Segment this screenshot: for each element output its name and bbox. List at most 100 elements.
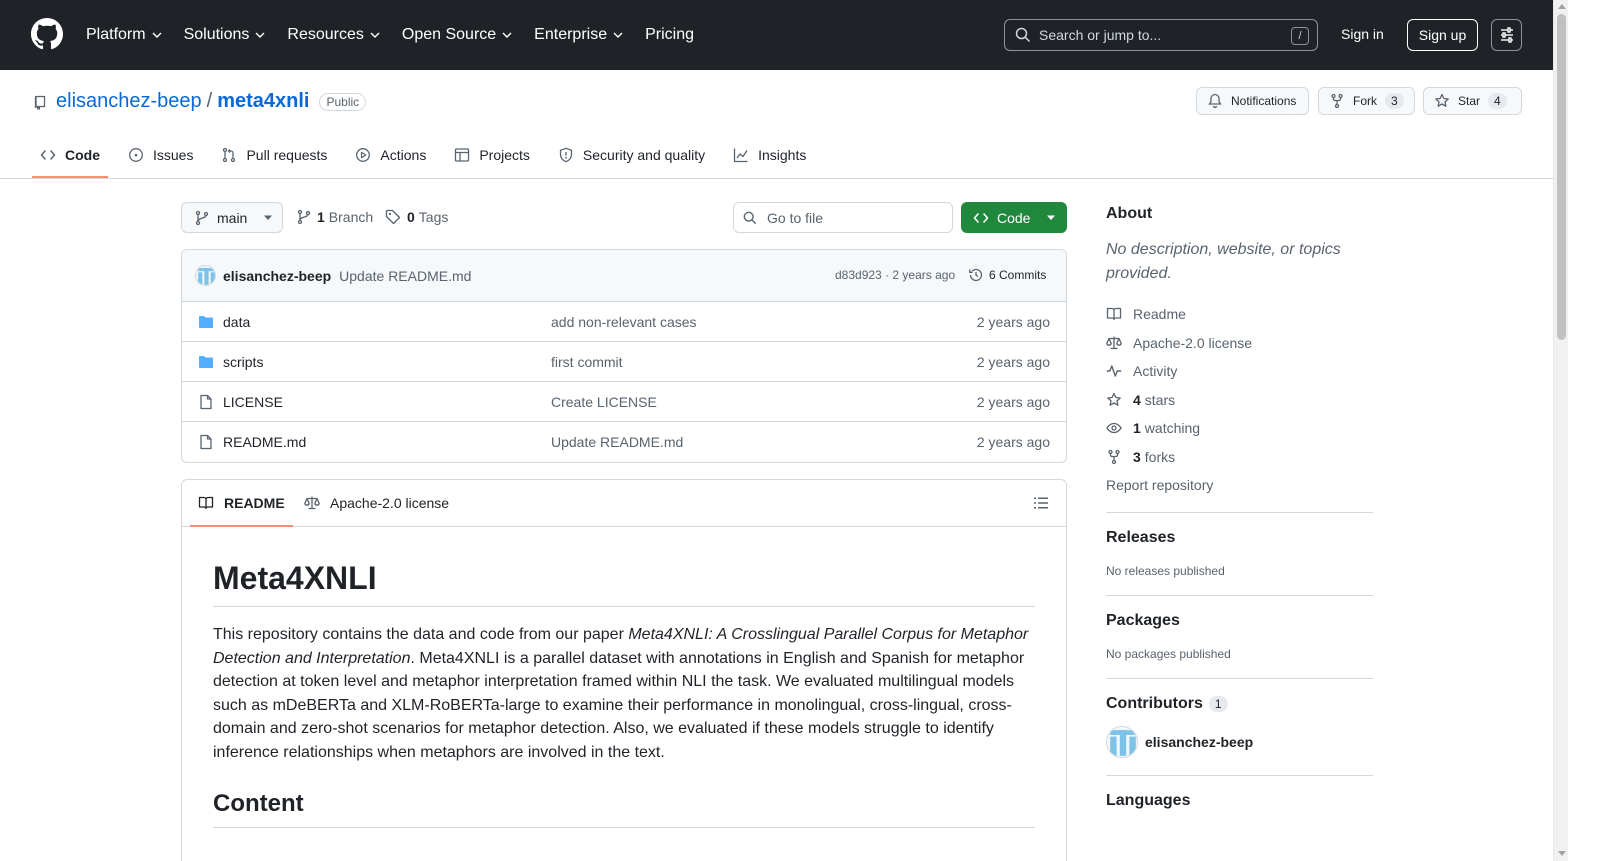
sidebar-link-apache-2-0-license[interactable]: Apache-2.0 license xyxy=(1106,329,1373,358)
bell-icon xyxy=(1208,93,1222,109)
star-icon xyxy=(1435,93,1449,107)
tab-actions[interactable]: Actions xyxy=(347,134,434,176)
branch-name: main xyxy=(217,209,248,226)
play-icon xyxy=(356,148,371,162)
sidebar-link-activity[interactable]: Activity xyxy=(1106,357,1373,386)
search-input[interactable]: Search or jump to... / xyxy=(1004,19,1318,51)
divider xyxy=(1106,511,1373,513)
pulse-icon xyxy=(1106,365,1122,377)
github-logo-icon[interactable] xyxy=(31,18,63,50)
tab-license[interactable]: Apache-2.0 license xyxy=(304,480,449,526)
file-name-link[interactable]: README.md xyxy=(223,434,306,450)
search-placeholder: Search or jump to... xyxy=(1039,27,1162,43)
go-to-file-input[interactable]: Go to file xyxy=(733,202,953,233)
table-icon xyxy=(455,148,470,162)
readme-panel: README Apache-2.0 license Meta4XNLI This… xyxy=(181,479,1067,861)
file-commit-age: 2 years ago xyxy=(976,354,1050,370)
report-label: Report repository xyxy=(1106,477,1214,494)
file-commit-message[interactable]: Update README.md xyxy=(551,434,683,450)
contributors-count: 1 xyxy=(1208,695,1228,712)
divider xyxy=(1106,774,1373,776)
readme-title: Meta4XNLI xyxy=(213,558,1035,607)
tab-pull-requests[interactable]: Pull requests xyxy=(213,134,335,176)
tab-readme[interactable]: README xyxy=(190,480,293,527)
history-icon xyxy=(969,268,983,282)
nav-item-resources[interactable]: Resources xyxy=(287,26,380,44)
nav-item-pricing[interactable]: Pricing xyxy=(645,26,694,44)
file-name-link[interactable]: LICENSE xyxy=(223,394,283,410)
scroll-up-arrow[interactable] xyxy=(1558,4,1566,9)
sidebar-link-readme[interactable]: Readme xyxy=(1106,300,1373,329)
file-browser: elisanchez-beep Update README.md d83d923… xyxy=(181,249,1067,463)
file-commit-age: 2 years ago xyxy=(976,434,1050,450)
tab-security-and-quality[interactable]: Security and quality xyxy=(550,134,713,176)
sign-in-link[interactable]: Sign in xyxy=(1341,26,1384,42)
nav-item-enterprise[interactable]: Enterprise xyxy=(534,26,623,44)
nav-item-open-source[interactable]: Open Source xyxy=(402,26,512,44)
page-scrollbar[interactable] xyxy=(1553,0,1568,861)
file-list: data add non-relevant cases 2 years ago scr… xyxy=(182,302,1066,462)
file-commit-message[interactable]: Create LICENSE xyxy=(551,394,657,410)
sidebar-link-label: watching xyxy=(1144,420,1201,437)
about-heading: About xyxy=(1106,205,1153,222)
tab-code[interactable]: Code xyxy=(32,134,108,178)
branch-count: 1 xyxy=(317,209,325,225)
file-commit-message[interactable]: add non-relevant cases xyxy=(551,314,697,330)
file-name-link[interactable]: data xyxy=(223,314,250,330)
contributor-item[interactable]: elisanchez-beep xyxy=(1106,725,1373,758)
commit-author[interactable]: elisanchez-beep xyxy=(223,268,331,284)
releases-empty: No releases published xyxy=(1106,563,1225,578)
scrollbar-thumb[interactable] xyxy=(1557,14,1566,340)
branches-link[interactable]: 1 Branch xyxy=(297,209,373,225)
commit-hash-age[interactable]: d83d923 · 2 years ago xyxy=(835,268,955,282)
file-name-link[interactable]: scripts xyxy=(223,354,263,370)
contributors-heading[interactable]: Contributors 1 xyxy=(1106,695,1373,713)
report-repository-link[interactable]: Report repository xyxy=(1106,471,1373,500)
search-icon xyxy=(1015,27,1031,43)
file-row: LICENSE Create LICENSE 2 years ago xyxy=(182,382,1066,422)
repo-tabs: Code Issues Pull requests Actions Projects Se… xyxy=(32,134,826,179)
sign-up-button[interactable]: Sign up xyxy=(1407,19,1478,51)
repo-owner-link[interactable]: elisanchez-beep xyxy=(56,90,202,113)
graph-icon xyxy=(733,148,748,163)
file-commit-message[interactable]: first commit xyxy=(551,354,623,370)
go-to-file-placeholder: Go to file xyxy=(767,209,824,226)
folder-icon xyxy=(199,356,213,368)
nav-item-platform[interactable]: Platform xyxy=(86,26,162,44)
repo-name-link[interactable]: meta4xnli xyxy=(217,90,309,113)
chevron-down-icon xyxy=(255,32,265,38)
scroll-down-arrow[interactable] xyxy=(1558,851,1566,856)
sidebar-link-stars[interactable]: 4 stars xyxy=(1106,386,1373,415)
sidebar-link-forks[interactable]: 3 forks xyxy=(1106,443,1373,472)
code-button[interactable]: Code xyxy=(961,202,1067,233)
law-icon xyxy=(1106,336,1122,349)
packages-heading[interactable]: Packages xyxy=(1106,612,1373,630)
commits-link[interactable]: 6 Commits xyxy=(968,267,1046,283)
global-menu-button[interactable] xyxy=(1491,19,1522,51)
about-description: No description, website, or topics provi… xyxy=(1106,241,1341,282)
fork-button[interactable]: Fork 3 xyxy=(1318,87,1415,115)
tab-insights[interactable]: Insights xyxy=(725,134,814,176)
tags-link[interactable]: 0 Tags xyxy=(385,209,448,225)
readme-intro: This repository contains the data and co… xyxy=(213,626,629,643)
star-button[interactable]: Star 4 xyxy=(1423,87,1522,115)
commit-age: 2 years ago xyxy=(892,268,956,282)
tab-issues[interactable]: Issues xyxy=(120,134,201,176)
avatar[interactable] xyxy=(195,265,216,286)
nav-item-solutions[interactable]: Solutions xyxy=(184,26,266,44)
tab-label: Issues xyxy=(153,147,194,163)
branch-selector[interactable]: main xyxy=(181,202,283,233)
tab-projects[interactable]: Projects xyxy=(446,134,538,176)
list-unordered-icon[interactable] xyxy=(1033,495,1049,511)
star-count: 4 xyxy=(1488,93,1507,109)
avatar[interactable] xyxy=(1106,725,1138,758)
sidebar-link-label: forks xyxy=(1144,448,1176,465)
shield-icon xyxy=(559,147,573,163)
contributor-name: elisanchez-beep xyxy=(1145,733,1254,750)
sidebar-link-watching[interactable]: 1 watching xyxy=(1106,414,1373,443)
commit-hash[interactable]: d83d923 xyxy=(835,268,882,282)
commit-message[interactable]: Update README.md xyxy=(339,268,471,284)
nav-item-label: Open Source xyxy=(401,26,497,43)
notifications-button[interactable]: Notifications xyxy=(1196,87,1309,115)
releases-heading[interactable]: Releases xyxy=(1106,529,1373,547)
